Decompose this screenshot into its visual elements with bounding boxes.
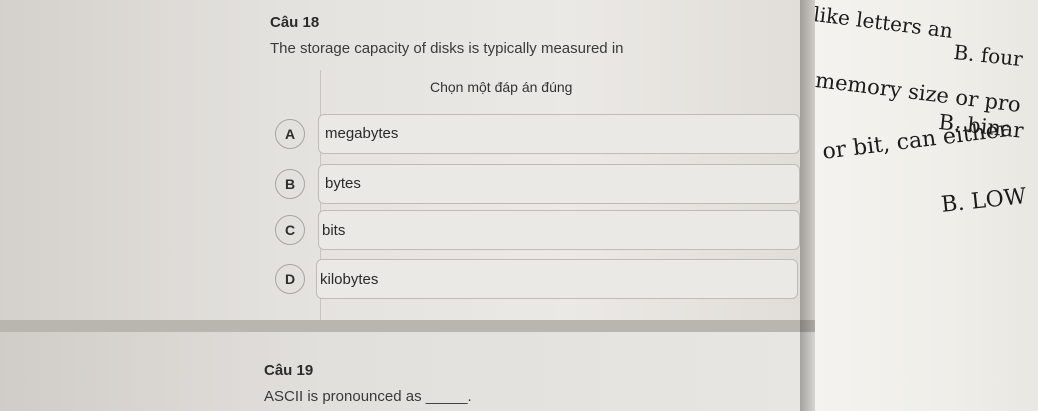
question-19-text: ASCII is pronounced as _____.	[264, 388, 472, 405]
book-page: like letters an B. four memory size or p…	[815, 0, 1038, 411]
book-line-1: like letters an	[815, 2, 955, 43]
question-19-label: Câu 19	[264, 362, 314, 379]
option-c-text[interactable]: bits	[322, 222, 345, 239]
option-c-letter[interactable]: C	[275, 215, 305, 245]
option-b-box[interactable]	[318, 164, 800, 204]
option-c-box[interactable]	[318, 210, 800, 250]
option-b-letter[interactable]: B	[275, 169, 305, 199]
book-line-3: memory size or pro	[815, 68, 1023, 118]
book-line-5: or bit, can either	[821, 117, 1011, 165]
option-a-text[interactable]: megabytes	[325, 125, 398, 142]
question-18-card: Câu 18 The storage capacity of disks is …	[0, 0, 815, 320]
question-18-text: The storage capacity of disks is typical…	[270, 40, 624, 57]
book-line-2: B. four	[952, 40, 1024, 72]
question-19-card: Câu 19 ASCII is pronounced as _____.	[0, 332, 815, 411]
option-d-letter[interactable]: D	[275, 264, 305, 294]
book-line-6: B. LOW	[940, 184, 1028, 218]
quiz-screen: Câu 18 The storage capacity of disks is …	[0, 0, 815, 411]
option-d-text[interactable]: kilobytes	[320, 271, 378, 288]
card-separator	[0, 320, 815, 332]
option-d-box[interactable]	[316, 259, 798, 299]
instruction-text: Chọn một đáp án đúng	[430, 79, 573, 95]
question-18-label: Câu 18	[270, 14, 320, 31]
option-a-letter[interactable]: A	[275, 119, 305, 149]
option-b-text[interactable]: bytes	[325, 175, 361, 192]
